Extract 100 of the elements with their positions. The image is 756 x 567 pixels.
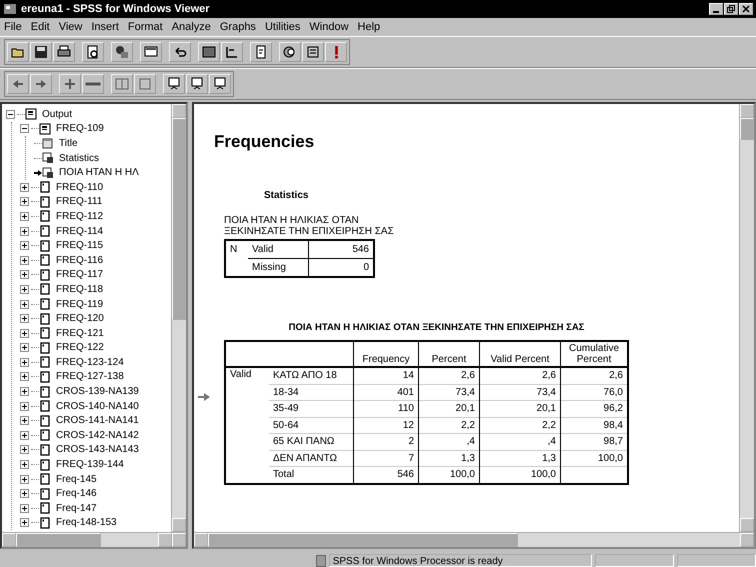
toolbar-button[interactable] [82, 74, 104, 94]
plus-icon [21, 402, 28, 410]
outline-item[interactable]: FREQ-109 [55, 123, 105, 134]
menu-item[interactable]: View [58, 21, 82, 33]
expand-toggle[interactable] [20, 430, 29, 440]
toolbar-button[interactable] [53, 42, 75, 62]
outline-item[interactable]: FREQ-111 [55, 196, 104, 208]
menu-item[interactable]: Insert [91, 21, 119, 33]
outline-item[interactable]: Freq-147 [55, 502, 98, 514]
page-icon [39, 181, 51, 194]
menu-item[interactable]: Window [309, 21, 349, 33]
menu-item[interactable]: Utilities [264, 21, 300, 33]
outline-item[interactable]: FREQ-116 [55, 254, 104, 266]
outline-item[interactable]: FREQ-122 [55, 342, 105, 354]
expand-toggle[interactable] [20, 372, 29, 382]
table-cell: 546 [308, 240, 374, 258]
table-icon [42, 152, 54, 164]
horizontal-scrollbar[interactable] [194, 532, 754, 547]
outline-item[interactable]: FREQ-115 [55, 240, 104, 252]
expand-toggle[interactable] [20, 270, 29, 280]
outline-item[interactable]: Freq-148-153 [55, 517, 118, 528]
expand-toggle[interactable] [20, 387, 29, 396]
expand-toggle[interactable] [20, 256, 29, 265]
expand-toggle[interactable] [20, 504, 29, 513]
menu-item[interactable]: Help [358, 21, 380, 33]
toolbar-button[interactable] [30, 74, 52, 94]
outline-item[interactable]: FREQ-119 [55, 298, 104, 310]
expand-toggle[interactable] [20, 489, 29, 498]
toolbar-button[interactable] [82, 42, 104, 62]
outline-item[interactable]: FREQ-139-144 [55, 459, 125, 470]
expand-toggle[interactable] [20, 518, 29, 528]
collapse-toggle[interactable] [20, 124, 29, 134]
outline-item[interactable]: CROS-143-NA143 [55, 444, 140, 456]
toolbar-button[interactable] [30, 42, 52, 62]
expand-toggle[interactable] [20, 314, 29, 324]
outline-item[interactable]: FREQ-112 [55, 210, 104, 222]
expand-toggle[interactable] [20, 445, 29, 454]
expand-toggle[interactable] [20, 328, 29, 338]
toolbar-button[interactable] [7, 42, 29, 62]
minimize-button[interactable] [709, 3, 723, 15]
outline-item[interactable]: Title [58, 138, 79, 149]
menu-item[interactable]: File [4, 21, 22, 33]
outline-item[interactable]: CROS-142-NA142 [55, 430, 140, 441]
outline-item[interactable]: FREQ-117 [55, 269, 104, 280]
outline-item[interactable]: CROS-139-NA139 [55, 386, 140, 398]
page-icon [39, 240, 51, 252]
expand-toggle[interactable] [20, 212, 29, 221]
close-button[interactable] [739, 3, 753, 15]
toolbar-button[interactable] [163, 74, 185, 94]
toolbar-button[interactable] [186, 74, 208, 94]
expand-toggle[interactable] [20, 182, 29, 192]
expand-toggle[interactable] [20, 416, 29, 426]
expand-toggle[interactable] [20, 460, 29, 470]
restore-button[interactable] [724, 3, 738, 15]
toolbar-button[interactable] [221, 42, 243, 62]
toolbar-button[interactable] [59, 74, 81, 94]
expand-toggle[interactable] [20, 474, 29, 484]
outline-item[interactable]: Statistics [58, 152, 100, 164]
expand-toggle[interactable] [20, 284, 29, 294]
menu-item[interactable]: Edit [30, 21, 50, 33]
expand-toggle[interactable] [20, 241, 29, 250]
expand-toggle[interactable] [20, 358, 29, 367]
expand-toggle[interactable] [20, 226, 29, 236]
expand-toggle[interactable] [20, 402, 29, 411]
outline-item[interactable]: FREQ-118 [55, 284, 104, 295]
outline-item[interactable]: FREQ-121 [55, 328, 105, 339]
toolbar-button[interactable] [279, 42, 301, 62]
toolbar-button[interactable] [7, 74, 29, 94]
menu-item[interactable]: Format [128, 21, 163, 33]
outline-item[interactable]: ΠΟΙΑ ΗΤΑΝ Η ΗΛ [58, 167, 140, 178]
outline-item[interactable]: FREQ-120 [55, 313, 105, 324]
vertical-scrollbar[interactable] [739, 104, 754, 532]
toolbar-button[interactable] [250, 42, 272, 62]
table-cell: 20,1 [480, 400, 560, 417]
outline-item[interactable]: CROS-141-NA141 [55, 415, 140, 426]
toolbar-button[interactable] [302, 42, 324, 62]
expand-toggle[interactable] [20, 300, 29, 309]
outline-item[interactable]: Output [41, 108, 74, 120]
vertical-scrollbar[interactable] [171, 104, 186, 532]
outline-item[interactable]: FREQ-110 [55, 182, 104, 193]
outline-item[interactable]: FREQ-123-124 [55, 356, 125, 368]
plus-icon [21, 184, 28, 191]
toolbar-button[interactable] [111, 42, 133, 62]
toolbar-button[interactable] [169, 42, 191, 62]
outline-item[interactable]: Freq-146 [55, 488, 98, 500]
outline-item[interactable]: FREQ-127-138 [55, 371, 125, 382]
menu-item[interactable]: Graphs [220, 21, 256, 33]
collapse-toggle[interactable] [6, 110, 15, 119]
horizontal-scrollbar[interactable] [2, 532, 186, 547]
expand-toggle[interactable] [20, 197, 29, 206]
book-icon [114, 76, 130, 92]
outline-item[interactable]: Freq-145 [55, 474, 98, 485]
toolbar-button[interactable] [198, 42, 220, 62]
toolbar-button[interactable] [140, 42, 162, 62]
expand-toggle[interactable] [20, 343, 29, 352]
menu-item[interactable]: Analyze [172, 21, 211, 33]
toolbar-button[interactable] [325, 42, 347, 62]
outline-item[interactable]: FREQ-114 [55, 226, 104, 237]
outline-item[interactable]: CROS-140-NA140 [55, 400, 140, 412]
toolbar-button[interactable] [209, 74, 231, 94]
